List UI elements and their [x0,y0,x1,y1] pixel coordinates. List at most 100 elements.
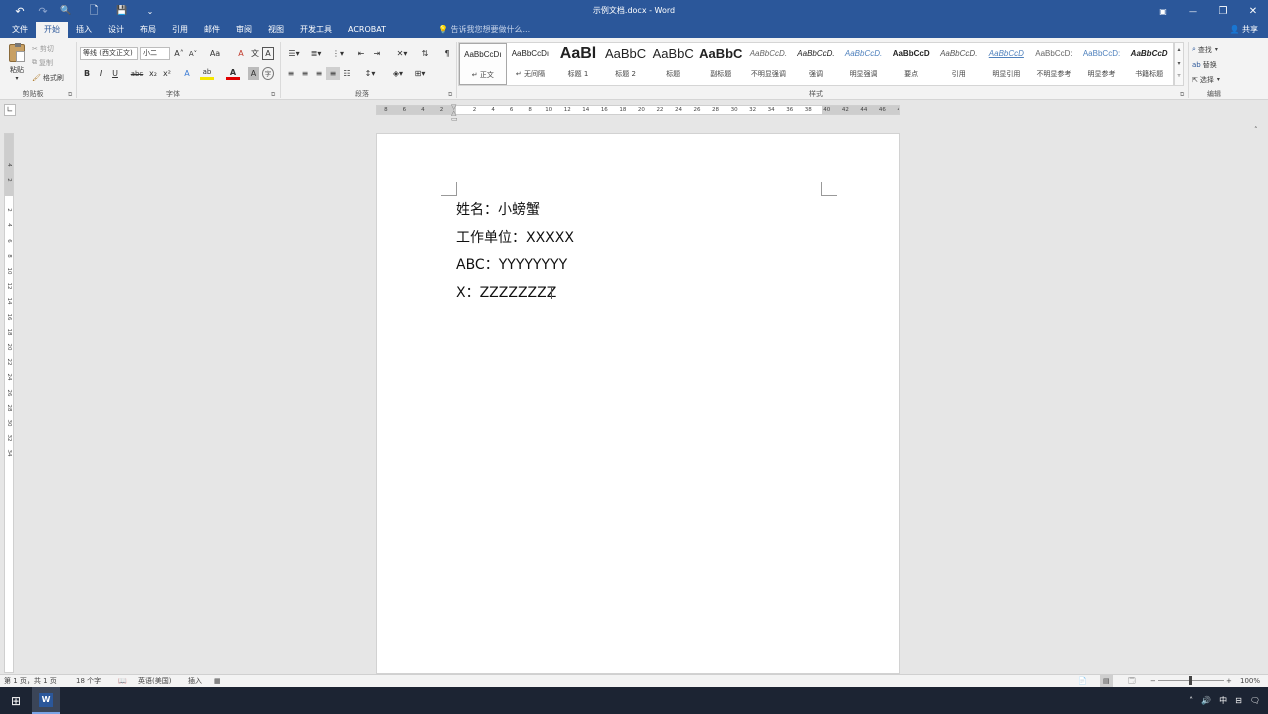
phonetic-guide-button[interactable]: 文 [248,47,262,60]
tell-me-search[interactable]: 💡 告诉我您想要做什么... [438,22,530,38]
grow-font-button[interactable]: A˄ [172,47,186,60]
indent-markers-icon[interactable]: ▽ △ ▭ [451,104,458,123]
tab-selector[interactable]: ∟ [4,104,16,116]
tab-home[interactable]: 开始 [36,22,68,38]
page-count[interactable]: 第 1 页，共 1 页 [4,675,57,687]
style-no-spacing[interactable]: AaBbCcDı ↵ 无间隔 [507,43,555,85]
tab-references[interactable]: 引用 [164,22,196,38]
tab-mailings[interactable]: 邮件 [196,22,228,38]
web-layout-icon[interactable]: 🗔 [1128,675,1136,687]
underline-button[interactable]: U [108,67,122,80]
ime-mode-icon[interactable]: ⊟ [1235,696,1242,705]
format-painter-button[interactable]: 🖌 格式刷 [32,71,64,84]
tab-developer[interactable]: 开发工具 [292,22,340,38]
font-name-select[interactable]: 等线 (西文正文) [80,47,138,60]
windows-start-icon[interactable]: ⊞ [0,687,32,714]
close-icon[interactable]: ✕ [1238,0,1268,22]
change-case-button[interactable]: Aa [204,47,226,60]
highlight-button[interactable]: ab [200,67,214,80]
style-intense-quote[interactable]: AaBbCcD 明显引用 [983,43,1031,85]
word-count[interactable]: 18 个字 [76,675,101,687]
style-subtitle[interactable]: AaBbC 副标题 [697,43,745,85]
borders-icon[interactable]: ⊞▾ [410,67,430,80]
copy-button[interactable]: ⧉ 复制 [32,56,53,69]
zoom-slider-thumb[interactable] [1189,676,1192,685]
superscript-button[interactable]: x² [160,67,174,80]
show-marks-icon[interactable]: ¶ [440,47,454,60]
zoom-out-button[interactable]: − [1150,675,1156,687]
align-center-icon[interactable]: ≡ [298,67,312,80]
scroll-down-icon[interactable]: ▾ [1175,57,1183,71]
style-heading-2[interactable]: AaBbC 标题 2 [602,43,650,85]
character-shading-button[interactable]: A [248,67,259,80]
ime-indicator[interactable]: 中 [1219,695,1227,706]
justify-icon[interactable]: ≡ [326,67,340,80]
paragraph-workplace[interactable]: 工作单位：XXXXX [456,228,574,256]
paragraph-abc[interactable]: ABC：YYYYYYYY [456,255,574,283]
sort-icon[interactable]: ⇅ [418,47,432,60]
tab-file[interactable]: 文件 [4,22,36,38]
chinese-layout-icon[interactable]: ✕▾ [392,47,412,60]
volume-icon[interactable]: 🔊 [1201,696,1211,705]
tab-acrobat[interactable]: ACROBAT [340,22,394,38]
align-right-icon[interactable]: ≡ [312,67,326,80]
document-page[interactable] [376,133,900,674]
tab-review[interactable]: 审阅 [228,22,260,38]
text-effects-button[interactable]: A [180,67,194,80]
subscript-button[interactable]: x₂ [146,67,160,80]
macro-record-icon[interactable]: ▦ [214,675,221,687]
style-subtle-emphasis[interactable]: AaBbCcD. 不明显强调 [745,43,793,85]
select-button[interactable]: ⇱ 选择 ▾ [1192,72,1220,87]
replace-button[interactable]: ab 替换 [1192,57,1220,72]
styles-dialog-launcher-icon[interactable]: ⧉ [1180,91,1184,99]
style-intense-reference[interactable]: AaBbCcD: 明显参考 [1078,43,1126,85]
zoom-slider[interactable] [1158,676,1224,685]
read-mode-icon[interactable]: 📄 [1078,675,1087,687]
font-color-button[interactable]: A [226,67,240,80]
shrink-font-button[interactable]: A˅ [186,47,200,60]
align-left-icon[interactable]: ≡ [284,67,298,80]
style-title[interactable]: AaBbC 标题 [649,43,697,85]
bullets-icon[interactable]: ☰▾ [284,47,304,60]
italic-button[interactable]: I [94,67,108,80]
paragraph-x[interactable]: X：ZZZZZZZZ [456,283,574,311]
strikethrough-button[interactable]: abc [130,67,144,80]
paragraph-name[interactable]: 姓名：小螃蟹 [456,200,574,228]
ribbon-display-options-icon[interactable]: ▣ [1148,0,1178,22]
zoom-in-button[interactable]: + [1226,675,1232,687]
increase-indent-icon[interactable]: ⇥ [370,47,384,60]
cut-button[interactable]: ✂ 剪切 [32,42,54,55]
print-layout-icon[interactable]: ▤ [1100,675,1113,687]
enclose-characters-button[interactable]: 字 [262,67,274,80]
scroll-up-icon[interactable]: ▴ [1175,43,1183,57]
style-emphasis[interactable]: AaBbCcD. 强调 [792,43,840,85]
clipboard-dialog-launcher-icon[interactable]: ⧉ [68,91,72,99]
style-intense-emphasis[interactable]: AaBbCcD. 明显强调 [840,43,888,85]
decrease-indent-icon[interactable]: ⇤ [354,47,368,60]
font-size-select[interactable]: 小二 [140,47,170,60]
vertical-ruler[interactable]: 4 2 2 4 6 8 10 12 14 16 18 20 22 24 26 28 30 32 34 [4,133,14,673]
more-styles-icon[interactable]: ▿ [1175,71,1183,81]
line-spacing-icon[interactable]: ↕▾ [360,67,380,80]
proofing-icon[interactable]: 📖 [118,675,127,687]
paragraph-dialog-launcher-icon[interactable]: ⧉ [448,91,452,99]
style-quote[interactable]: AaBbCcD. 引用 [935,43,983,85]
zoom-level[interactable]: 100% [1240,675,1260,687]
font-dialog-launcher-icon[interactable]: ⧉ [271,91,275,99]
tab-layout[interactable]: 布局 [132,22,164,38]
distributed-icon[interactable]: ☷ [340,67,354,80]
collapse-ribbon-icon[interactable]: ˄ [1254,126,1258,134]
restore-icon[interactable]: ❐ [1208,0,1238,22]
insert-mode[interactable]: 插入 [188,675,202,687]
numbering-icon[interactable]: ≣▾ [306,47,326,60]
notification-icon[interactable]: 🗨 [1250,696,1260,705]
tab-design[interactable]: 设计 [100,22,132,38]
style-normal[interactable]: AaBbCcDı ↵ 正文 [459,43,507,85]
bold-button[interactable]: B [80,67,94,80]
find-button[interactable]: ⌕ 查找 ▾ [1192,42,1220,57]
character-border-button[interactable]: A [262,47,274,60]
show-hidden-icons-icon[interactable]: ˄ [1189,696,1193,705]
share-button[interactable]: 👤 共享 [1229,22,1258,38]
tab-insert[interactable]: 插入 [68,22,100,38]
paste-button[interactable]: 粘贴 ▾ [6,42,28,86]
